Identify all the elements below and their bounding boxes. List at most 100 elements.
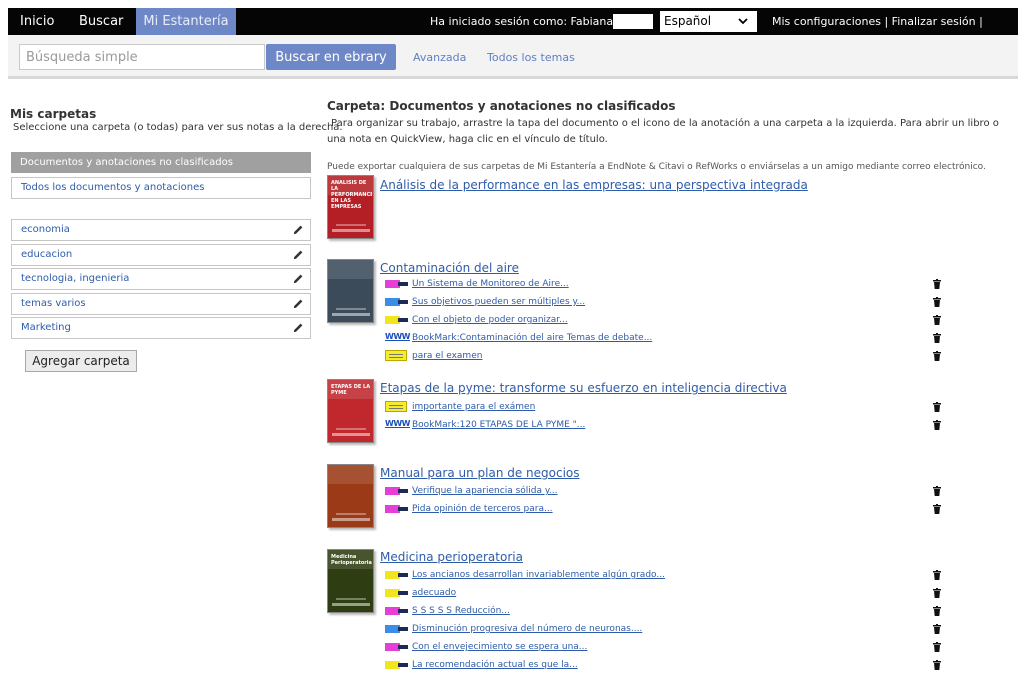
annotation-link[interactable]: La recomendación actual es que la... xyxy=(412,658,578,672)
session-label: Ha iniciado sesión como: Fabiana xyxy=(430,15,614,28)
www-bookmark-icon[interactable]: WWW xyxy=(385,332,410,341)
highlighter-icon[interactable] xyxy=(385,643,408,651)
folder-label: educacion xyxy=(21,249,73,260)
tab-mi-estanteria[interactable]: Mi Estantería xyxy=(136,8,236,35)
highlighter-icon[interactable] xyxy=(385,571,408,579)
tab-buscar[interactable]: Buscar xyxy=(79,8,123,35)
sidebar-folder[interactable]: temas varios xyxy=(11,293,311,315)
sidebar-folder[interactable]: educacion xyxy=(11,244,311,266)
book-title-link[interactable]: Contaminación del aire xyxy=(380,261,519,275)
trash-icon[interactable] xyxy=(933,279,941,289)
trash-icon[interactable] xyxy=(933,333,941,343)
chevron-down-icon xyxy=(738,18,748,25)
annotation-link[interactable]: Con el envejecimiento se espera una... xyxy=(412,640,587,654)
highlighter-icon[interactable] xyxy=(385,589,408,597)
trash-icon[interactable] xyxy=(933,315,941,325)
trash-icon[interactable] xyxy=(933,402,941,412)
search-button[interactable]: Buscar en ebrary xyxy=(266,44,396,70)
annotation-link[interactable]: S S S S S Reducción... xyxy=(412,604,510,618)
book-title-link[interactable]: Medicina perioperatoria xyxy=(380,550,523,564)
annotation-link[interactable]: Un Sistema de Monitoreo de Aire... xyxy=(412,277,569,291)
pencil-icon[interactable] xyxy=(292,224,304,236)
annotation-link[interactable]: Disminución progresiva del número de neu… xyxy=(412,622,642,636)
language-select[interactable]: Español xyxy=(660,11,757,32)
book-cover[interactable]: ETAPAS DE LA PYME xyxy=(327,379,374,443)
folder-all-documents[interactable]: Todos los documentos y anotaciones xyxy=(11,177,311,199)
trash-icon[interactable] xyxy=(933,351,941,361)
trash-icon[interactable] xyxy=(933,660,941,670)
annotation-row: Con el envejecimiento se espera una... xyxy=(385,640,945,654)
annotation-row: WWW BookMark:Contaminación del aire Temas… xyxy=(385,331,945,345)
annotation-row: adecuado xyxy=(385,586,945,600)
annotation-row: S S S S S Reducción... xyxy=(385,604,945,618)
book-cover[interactable]: ANÁLISIS DE LA PERFORMANCE EN LAS EMPRES… xyxy=(327,175,374,239)
highlighter-icon[interactable] xyxy=(385,505,408,513)
highlighter-icon[interactable] xyxy=(385,316,408,324)
annotation-link[interactable]: importante para el exámen xyxy=(412,400,535,414)
add-folder-button[interactable]: Agregar carpeta xyxy=(25,350,137,372)
advanced-search-link[interactable]: Avanzada xyxy=(413,51,466,64)
book-cover[interactable]: Medicina Perioperatoria xyxy=(327,549,374,613)
annotation-link[interactable]: Pida opinión de terceros para... xyxy=(412,502,553,516)
folder-label: temas varios xyxy=(21,298,86,309)
pencil-icon[interactable] xyxy=(292,298,304,310)
trash-icon[interactable] xyxy=(933,642,941,652)
sidebar-folder[interactable]: economia xyxy=(11,219,311,241)
highlighter-icon[interactable] xyxy=(385,280,408,288)
annotation-link[interactable]: Con el objeto de poder organizar... xyxy=(412,313,568,327)
www-bookmark-icon[interactable]: WWW xyxy=(385,419,410,428)
pencil-icon[interactable] xyxy=(292,322,304,334)
search-input[interactable] xyxy=(19,44,265,70)
folder-unclassified[interactable]: Documentos y anotaciones no clasificados xyxy=(11,152,311,173)
sidebar-folder[interactable]: tecnologia, ingenieria xyxy=(11,268,311,290)
folder-instructions: Para organizar su trabajo, arrastre la t… xyxy=(327,118,999,145)
sticky-note-icon[interactable] xyxy=(385,350,407,361)
trash-icon[interactable] xyxy=(933,624,941,634)
all-topics-link[interactable]: Todos los temas xyxy=(487,51,575,64)
book-cover[interactable] xyxy=(327,259,374,323)
book-cover[interactable] xyxy=(327,464,374,528)
pencil-icon[interactable] xyxy=(292,249,304,261)
annotation-link[interactable]: BookMark:120 ETAPAS DE LA PYME "... xyxy=(412,418,585,432)
book-cover-text: ETAPAS DE LA PYME xyxy=(331,384,371,396)
pencil-icon[interactable] xyxy=(292,273,304,285)
annotation-link[interactable]: Verifique la apariencia sólida y... xyxy=(412,484,557,498)
trash-icon[interactable] xyxy=(933,570,941,580)
annotation-row: Un Sistema de Monitoreo de Aire... xyxy=(385,277,945,291)
sticky-note-icon[interactable] xyxy=(385,401,407,412)
highlighter-icon[interactable] xyxy=(385,661,408,669)
book-title-link[interactable]: Etapas de la pyme: transforme su esfuerz… xyxy=(380,381,787,395)
sidebar-description: Seleccione una carpeta (o todas) para ve… xyxy=(13,122,343,133)
annotation-row: importante para el exámen xyxy=(385,400,945,414)
annotation-row: WWW BookMark:120 ETAPAS DE LA PYME "... xyxy=(385,418,945,432)
annotation-link[interactable]: BookMark:Contaminación del aire Temas de… xyxy=(412,331,652,345)
annotation-row: Con el objeto de poder organizar... xyxy=(385,313,945,327)
highlighter-icon[interactable] xyxy=(385,625,408,633)
trash-icon[interactable] xyxy=(933,606,941,616)
annotation-row: para el examen xyxy=(385,349,945,363)
sidebar-folder[interactable]: Marketing xyxy=(11,317,311,339)
book-title-link[interactable]: Análisis de la performance en las empres… xyxy=(380,178,808,192)
tab-inicio[interactable]: Inicio xyxy=(20,8,54,35)
trash-icon[interactable] xyxy=(933,588,941,598)
top-nav-bar: Inicio Buscar Mi Estantería Ha iniciado … xyxy=(8,8,1018,55)
export-note: Puede exportar cualquiera de sus carpeta… xyxy=(327,162,986,172)
annotation-link[interactable]: para el examen xyxy=(412,349,482,363)
highlighter-icon[interactable] xyxy=(385,487,408,495)
annotation-row: Verifique la apariencia sólida y... xyxy=(385,484,945,498)
book-title-link[interactable]: Manual para un plan de negocios xyxy=(380,466,580,480)
trash-icon[interactable] xyxy=(933,297,941,307)
highlighter-icon[interactable] xyxy=(385,298,408,306)
annotation-link[interactable]: Sus objetivos pueden ser múltiples y... xyxy=(412,295,585,309)
book-cover-text: Medicina Perioperatoria xyxy=(331,554,372,566)
trash-icon[interactable] xyxy=(933,504,941,514)
highlighter-icon[interactable] xyxy=(385,607,408,615)
trash-icon[interactable] xyxy=(933,486,941,496)
annotation-link[interactable]: adecuado xyxy=(412,586,456,600)
trash-icon[interactable] xyxy=(933,420,941,430)
annotation-row: La recomendación actual es que la... xyxy=(385,658,945,672)
folder-label: economia xyxy=(21,224,70,235)
annotation-row: Disminución progresiva del número de neu… xyxy=(385,622,945,636)
annotation-link[interactable]: Los ancianos desarrollan invariablemente… xyxy=(412,568,665,582)
sidebar-title: Mis carpetas xyxy=(10,107,97,121)
